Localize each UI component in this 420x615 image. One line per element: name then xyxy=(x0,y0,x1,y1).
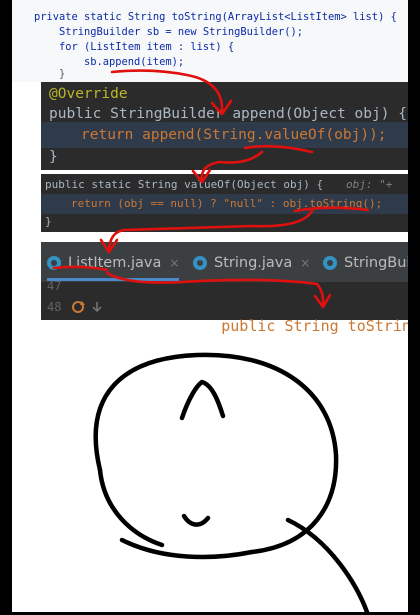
head-outline xyxy=(119,537,255,560)
meme-frame: private static String toString(ArrayList… xyxy=(12,0,408,612)
furrowed-brow xyxy=(179,379,226,421)
stick-figure-drawing xyxy=(93,352,370,612)
head-outline xyxy=(93,352,339,555)
head-outline xyxy=(97,467,165,548)
frowning-mouth xyxy=(181,513,211,527)
